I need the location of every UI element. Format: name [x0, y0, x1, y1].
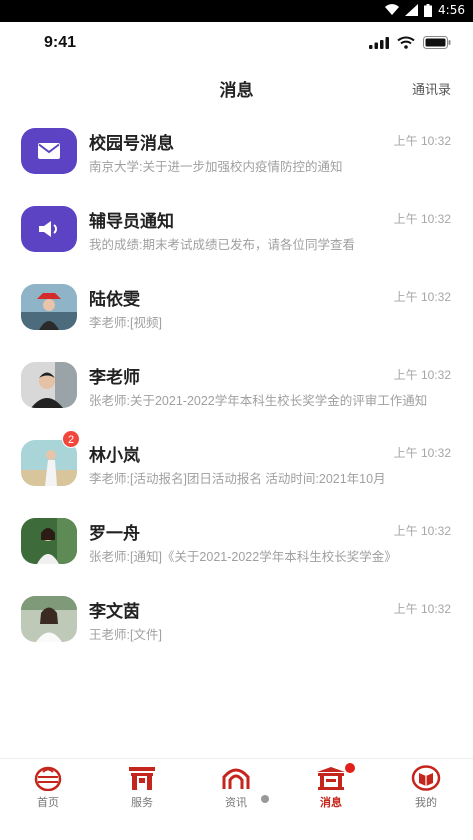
message-time: 上午 10:32: [393, 368, 451, 382]
avatar: [21, 518, 77, 564]
tab-label: 首页: [37, 797, 59, 809]
tab-home[interactable]: 首页: [18, 765, 78, 810]
tab-label: 资讯: [225, 797, 247, 809]
message-list: 校园号消息 上午 10:32 南京大学:关于进一步加强校内疫情防控的通知 辅导员…: [0, 118, 473, 664]
message-sender: 校园号消息: [89, 134, 174, 153]
message-time: 上午 10:32: [393, 602, 451, 616]
message-sender: 林小岚: [89, 446, 140, 465]
message-item-counselor[interactable]: 辅导员通知 上午 10:32 我的成绩:期末考试成绩已发布，请各位同学查看: [0, 196, 473, 274]
avatar: [21, 206, 77, 252]
message-item-chat[interactable]: 李老师 上午 10:32 张老师:关于2021-2022学年本科生校长奖学金的评…: [0, 352, 473, 430]
bottom-tab-bar: 首页 服务 资讯 消息 我的: [0, 758, 473, 840]
wifi-icon: [385, 4, 400, 16]
tab-label: 我的: [415, 797, 437, 809]
message-sender: 罗一舟: [89, 524, 140, 543]
arch-icon: [222, 768, 250, 789]
message-preview: 王老师:[文件]: [89, 628, 162, 642]
wifi-status-icon: [397, 36, 415, 49]
message-time: 上午 10:32: [393, 290, 451, 304]
avatar: [21, 596, 77, 642]
message-time: 上午 10:32: [393, 524, 451, 538]
message-sender: 辅导员通知: [89, 212, 174, 231]
message-time: 上午 10:32: [393, 212, 451, 226]
message-item-chat[interactable]: 罗一舟 上午 10:32 张老师:[通知]《关于2021-2022学年本科生校长…: [0, 508, 473, 586]
message-preview: 李老师:[活动报名]团日活动报名 活动时间:2021年10月: [89, 472, 386, 486]
tab-messages[interactable]: 消息: [301, 763, 361, 810]
battery-icon: [424, 3, 433, 17]
pavilion-icon: [317, 767, 345, 790]
tab-profile[interactable]: 我的: [396, 765, 456, 810]
mail-icon: [38, 143, 60, 159]
cellular-icon: [369, 36, 389, 49]
tab-services[interactable]: 服务: [112, 765, 172, 810]
page-indicator-dot: [261, 795, 269, 803]
message-sender: 李老师: [89, 368, 140, 387]
message-preview: 李老师:[视频]: [89, 316, 162, 330]
contacts-button[interactable]: 通讯录: [412, 79, 451, 98]
message-sender: 李文茵: [89, 602, 140, 621]
notification-dot: [345, 763, 355, 773]
message-item-chat[interactable]: 陆依雯 上午 10:32 李老师:[视频]: [0, 274, 473, 352]
page-title: 消息: [219, 81, 254, 100]
message-preview: 南京大学:关于进一步加强校内疫情防控的通知: [89, 160, 343, 174]
gate-icon: [129, 767, 155, 790]
message-item-chat[interactable]: 李文茵 上午 10:32 王老师:[文件]: [0, 586, 473, 664]
book-icon: [411, 765, 441, 791]
message-preview: 张老师:关于2021-2022学年本科生校长奖学金的评审工作通知: [89, 394, 428, 408]
message-time: 上午 10:32: [393, 134, 451, 148]
home-icon: [34, 766, 62, 791]
message-item-campus[interactable]: 校园号消息 上午 10:32 南京大学:关于进一步加强校内疫情防控的通知: [0, 118, 473, 196]
system-status-bar: 4:56: [0, 0, 473, 22]
avatar: [21, 284, 77, 330]
status-time: 9:41: [44, 34, 77, 51]
tab-news[interactable]: 资讯: [206, 765, 266, 810]
unread-badge: 2: [62, 430, 80, 448]
avatar: [21, 362, 77, 408]
message-preview: 张老师:[通知]《关于2021-2022学年本科生校长奖学金》: [89, 550, 397, 564]
tab-label: 消息: [320, 797, 342, 809]
tab-label: 服务: [131, 797, 153, 809]
system-clock: 4:56: [438, 3, 465, 17]
battery-status-icon: [423, 36, 451, 49]
speaker-icon: [39, 221, 57, 237]
avatar: [21, 128, 77, 174]
message-time: 上午 10:32: [393, 446, 451, 460]
message-preview: 我的成绩:期末考试成绩已发布，请各位同学查看: [89, 238, 355, 252]
message-sender: 陆依雯: [89, 290, 140, 309]
message-item-chat[interactable]: 2 林小岚 上午 10:32 李老师:[活动报名]团日活动报名 活动时间:202…: [0, 430, 473, 508]
page-header: 消息 通讯录: [0, 70, 473, 106]
ios-status-bar: 9:41: [0, 30, 473, 56]
signal-icon: [405, 4, 419, 16]
